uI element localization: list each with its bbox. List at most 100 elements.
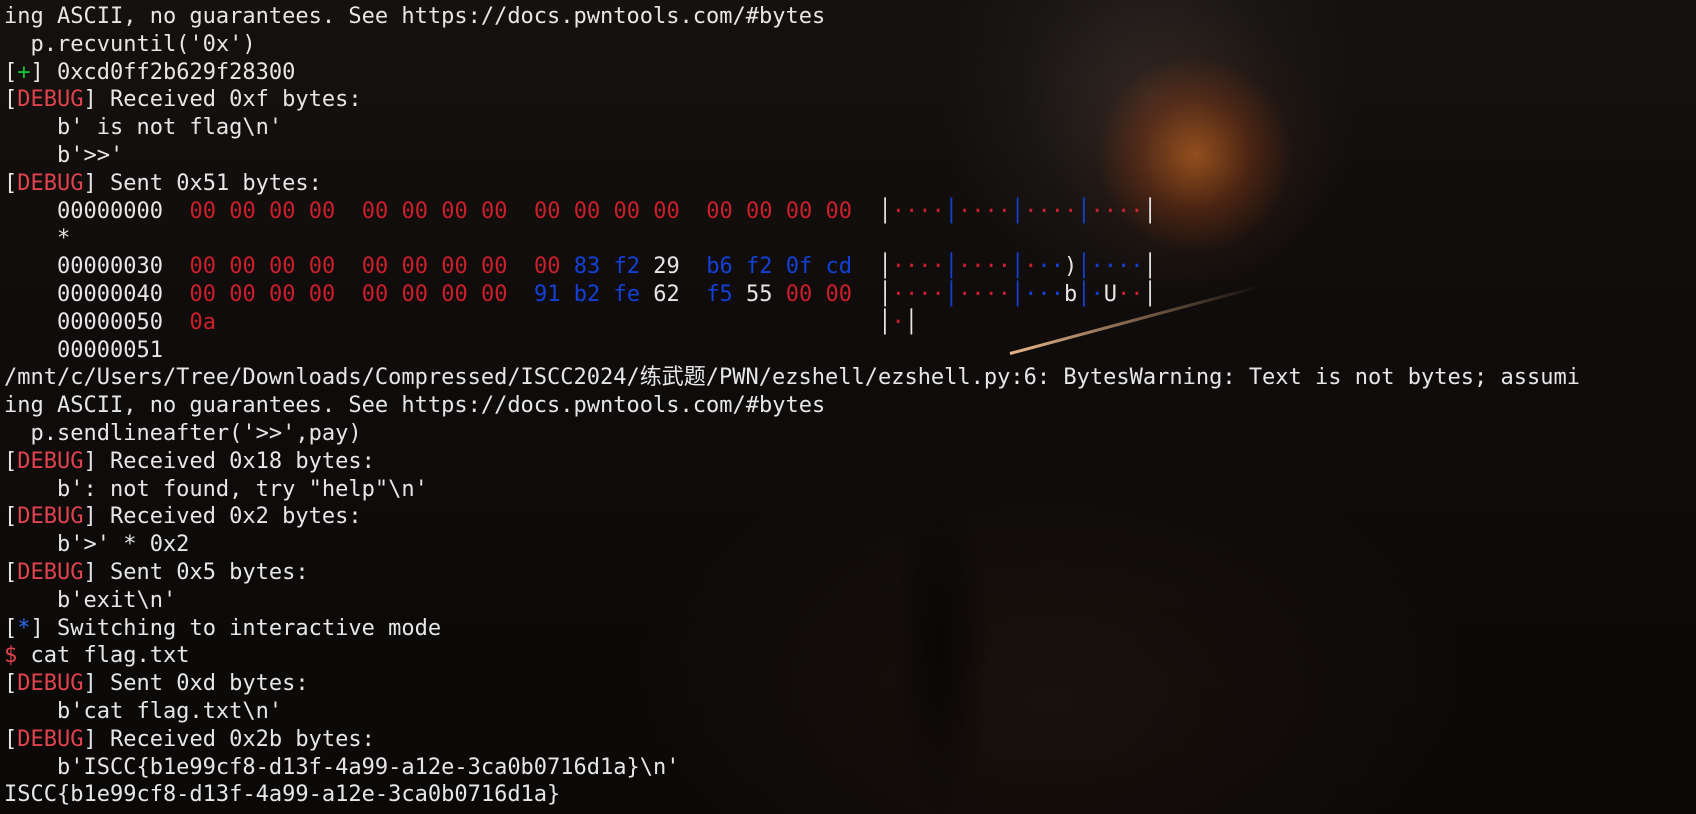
ascii-char: · (891, 281, 905, 307)
line-text: ing ASCII, no guarantees. See https://do… (4, 4, 826, 29)
terminal-line: p.recvuntil('0x') (4, 31, 1696, 59)
shell-prompt: $ (4, 643, 18, 669)
hexdump-ascii: │····│····│···b│·U··│ (878, 282, 1156, 307)
ascii-char: · (931, 254, 945, 280)
line-text: p.sendlineafter('>>',pay) (4, 420, 362, 446)
hex-byte: 00 (706, 198, 733, 224)
line-text: b': not found, try "help"\n' (4, 476, 428, 502)
ascii-char: │ (1077, 198, 1091, 224)
ascii-char: │ (878, 309, 892, 335)
hex-byte: b2 (573, 281, 601, 307)
hex-byte: 00 (480, 281, 508, 307)
hex-byte: f2 (745, 254, 773, 280)
line-text: Switching to interactive mode (43, 615, 442, 641)
hexdump-ascii: │····│····│····│····│ (878, 199, 1156, 224)
hex-byte: 00 (480, 254, 508, 280)
ascii-char: · (1037, 198, 1051, 224)
ascii-char: · (997, 198, 1011, 224)
ascii-char: │ (1010, 198, 1025, 224)
ascii-char: · (904, 254, 919, 280)
terminal-line: b'>' * 0x2 (4, 531, 1696, 559)
debug-tag: DEBUG (17, 87, 84, 113)
hexdump-offset: 00000030 (56, 254, 163, 280)
status-marker: + (17, 59, 31, 85)
ascii-char: · (984, 198, 998, 224)
hex-byte: cd (825, 254, 852, 280)
ascii-char: · (1037, 254, 1051, 280)
ascii-char: · (997, 281, 1011, 307)
terminal-line: [DEBUG] Sent 0x51 bytes: (4, 170, 1696, 198)
ascii-char: U (1103, 281, 1117, 307)
ascii-char: │ (1010, 281, 1025, 307)
terminal-line: b'ISCC{b1e99cf8-d13f-4a99-a12e-3ca0b0716… (4, 754, 1696, 782)
ascii-char: · (957, 254, 972, 280)
hex-byte: b6 (706, 254, 733, 280)
ascii-char: ) (1063, 254, 1078, 280)
ascii-char: · (1024, 254, 1038, 280)
hex-byte: 00 (229, 198, 256, 224)
hex-byte: 83 (573, 254, 601, 280)
terminal-line: [DEBUG] Received 0xf bytes: (4, 86, 1696, 114)
hex-byte: 00 (229, 254, 256, 280)
bracket-open: [ (4, 504, 18, 530)
ascii-char: · (904, 281, 919, 307)
ascii-char: · (891, 198, 905, 224)
terminal-line: b' is not flag\n' (4, 114, 1696, 142)
ascii-char: · (931, 281, 945, 307)
ascii-char: · (891, 309, 905, 335)
terminal-output[interactable]: ing ASCII, no guarantees. See https://do… (4, 3, 1696, 809)
ascii-char: │ (944, 198, 958, 224)
ascii-char: · (918, 254, 932, 280)
bracket-close: ] (83, 504, 97, 530)
hexdump-row: 00000050 0a │·│ (4, 309, 1696, 337)
bracket-close: ] (83, 559, 97, 585)
ascii-char: · (1130, 198, 1144, 224)
terminal-line: b'cat flag.txt\n' (4, 698, 1696, 726)
ascii-char: · (984, 281, 998, 307)
hex-byte: 62 (653, 281, 680, 307)
line-text: Sent 0x51 bytes: (96, 170, 322, 196)
bracket-close: ] (83, 170, 97, 196)
line-text: b'exit\n' (4, 587, 177, 613)
bracket-open: [ (4, 615, 18, 641)
hex-byte: 00 (441, 281, 468, 307)
bracket-open: [ (4, 59, 18, 85)
ascii-char: · (918, 198, 932, 224)
hex-byte: 00 (533, 198, 561, 224)
ascii-char: · (971, 198, 985, 224)
hex-byte: 00 (229, 281, 256, 307)
terminal-line: [*] Switching to interactive mode (4, 615, 1696, 643)
ascii-char: b (1063, 281, 1078, 307)
hex-byte: 00 (653, 198, 680, 224)
bracket-open: [ (4, 671, 18, 697)
hexdump-row: 00000051 (4, 337, 1696, 365)
hex-byte: 0a (189, 309, 216, 335)
hexdump-row: * (4, 225, 1696, 253)
ascii-char: · (891, 254, 905, 280)
ascii-char: · (1116, 254, 1131, 280)
ascii-char: · (971, 281, 985, 307)
bracket-close: ] (83, 671, 97, 697)
hexdump-row: 00000000 00 00 00 00 00 00 00 00 00 00 0… (4, 198, 1696, 226)
ascii-char: · (984, 254, 998, 280)
line-text: Sent 0xd bytes: (96, 671, 309, 697)
hexdump-offset: 00000040 (56, 281, 163, 307)
ascii-char: │ (1077, 254, 1091, 280)
